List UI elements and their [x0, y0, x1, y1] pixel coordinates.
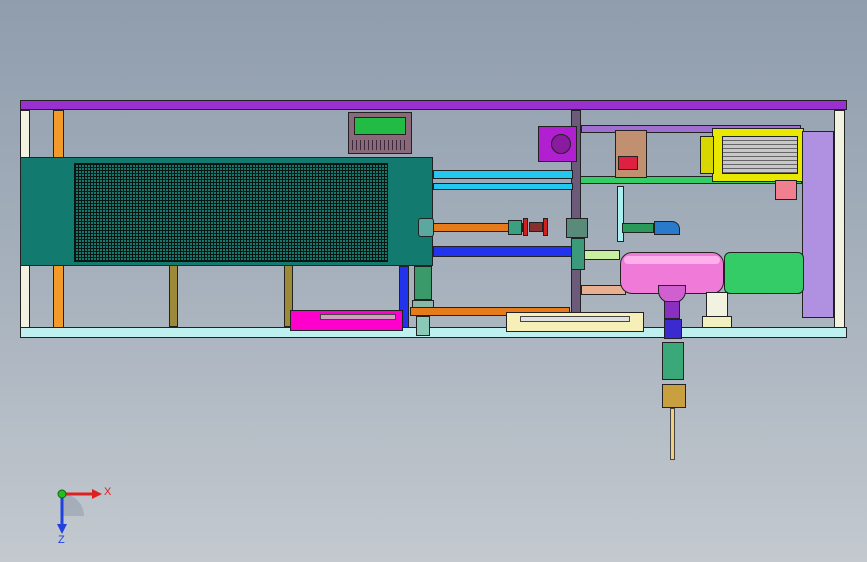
discharge-valve-gold — [662, 384, 686, 408]
cad-viewport[interactable]: X Z — [0, 0, 867, 562]
control-box-vent — [352, 140, 408, 150]
vertical-valve-stack — [571, 238, 585, 270]
tan-control-panel — [615, 130, 647, 178]
valve-teal — [508, 220, 522, 235]
discharge-stem — [670, 408, 675, 460]
magenta-tank-rail — [320, 314, 396, 320]
pump-column-lower — [416, 316, 430, 336]
pump-housing-shadow — [624, 256, 720, 264]
pipe-cyan-lower — [433, 183, 573, 190]
gate-valve — [566, 218, 588, 238]
frame-right-post — [834, 110, 845, 328]
control-box-panel — [354, 117, 406, 135]
pump-column-upper — [414, 266, 432, 300]
blue-elbow — [654, 221, 680, 235]
pipe-cyan-upper — [433, 170, 573, 179]
pipe-lightgreen — [580, 250, 620, 260]
axis-triad: X Z — [48, 480, 118, 550]
discharge-valve-green — [662, 342, 684, 380]
cream-skid — [506, 312, 644, 332]
pipe-green-bracket — [622, 223, 654, 233]
small-foot — [702, 316, 732, 328]
red-valve-actuator — [618, 156, 638, 170]
frame-base-rail — [20, 327, 847, 338]
green-drive-shaft — [724, 252, 804, 294]
strainer-body — [529, 222, 543, 232]
z-axis-label: Z — [58, 534, 65, 546]
radiator-grille — [74, 163, 388, 262]
lavender-tank — [802, 131, 834, 318]
pipe-blue-horizontal — [433, 246, 573, 257]
cream-skid-rail — [520, 316, 630, 322]
frame-top-rail — [20, 100, 847, 110]
flange-connector — [418, 218, 434, 237]
pump-purple-neck — [664, 301, 680, 319]
motor-fins — [722, 136, 798, 174]
pump-column-flange — [412, 300, 434, 308]
pipe-salmon — [581, 285, 626, 295]
junction-box-gauge — [551, 134, 571, 154]
discharge-valve-blue — [664, 319, 682, 339]
pipe-cyan-vertical — [617, 186, 624, 242]
motor-end-cap — [700, 136, 714, 174]
x-axis-label: X — [104, 486, 112, 498]
frame-olive-leg-1 — [169, 265, 178, 327]
flange-red-1 — [523, 218, 528, 236]
motor-terminal-box — [775, 180, 797, 200]
flange-red-2 — [543, 218, 548, 236]
